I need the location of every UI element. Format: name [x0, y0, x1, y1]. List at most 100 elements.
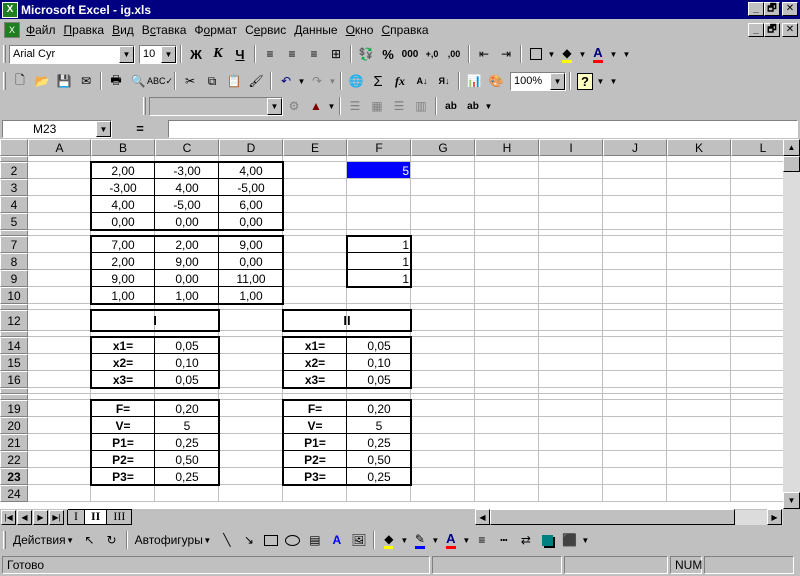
cell-C5[interactable]: 0,00 [155, 213, 219, 230]
row-header-20[interactable]: 20 [0, 417, 28, 434]
autosum-button[interactable]: Σ [367, 70, 389, 92]
column-header-H[interactable]: H [475, 139, 539, 156]
row-header-19[interactable]: 19 [0, 400, 28, 417]
cell-F14[interactable]: 0,05 [347, 337, 411, 354]
cell-F21[interactable]: 0,25 [347, 434, 411, 451]
chart-wizard-button[interactable]: 📊 [463, 70, 485, 92]
line-style-button[interactable]: ≡ [471, 529, 493, 551]
toolbar-options-icon[interactable]: ▼ [622, 50, 631, 59]
chevron-down-icon[interactable]: ▼ [400, 536, 409, 545]
cell-D7[interactable]: 9,00 [219, 236, 283, 253]
columns-button[interactable]: ▥ [410, 95, 432, 117]
row-header-14[interactable]: 14 [0, 337, 28, 354]
column-header-C[interactable]: C [155, 139, 219, 156]
oval-button[interactable] [282, 529, 304, 551]
email-button[interactable]: ✉ [75, 70, 97, 92]
cell-C20[interactable]: 5 [155, 417, 219, 434]
first-sheet-icon[interactable]: |◀ [1, 510, 16, 525]
cell-F16[interactable]: 0,05 [347, 371, 411, 388]
clipart-button[interactable]: 🖼 [348, 529, 370, 551]
menu-item-3[interactable]: Вставка [138, 23, 191, 37]
row-header-2[interactable]: 2 [0, 162, 28, 179]
chevron-down-icon[interactable]: ▼ [327, 102, 336, 111]
cell-B15[interactable]: x2= [91, 354, 155, 371]
scroll-down-icon[interactable]: ▼ [783, 492, 800, 509]
row-header-3[interactable]: 3 [0, 179, 28, 196]
cell-B8[interactable]: 2,00 [91, 253, 155, 270]
cell-D9[interactable]: 11,00 [219, 270, 283, 287]
line-color-button[interactable]: ✎ [409, 529, 431, 551]
toolbar-grip[interactable] [3, 45, 6, 63]
list2-button[interactable]: ☰ [388, 95, 410, 117]
cell-C2[interactable]: -3,00 [155, 162, 219, 179]
chevron-down-icon[interactable]: ▼ [431, 536, 440, 545]
scroll-left-icon[interactable]: ◀ [475, 509, 490, 525]
fill-color-button[interactable]: ◆ [556, 43, 578, 65]
chevron-down-icon[interactable]: ▼ [267, 97, 282, 115]
percent-button[interactable]: % [377, 43, 399, 65]
cell-C22[interactable]: 0,50 [155, 451, 219, 468]
toolbar-grip[interactable] [3, 531, 6, 549]
cell-D2[interactable]: 4,00 [219, 162, 283, 179]
select-all-corner[interactable] [0, 139, 28, 156]
toolbar-options-icon[interactable]: ▼ [484, 102, 493, 111]
cell-C23[interactable]: 0,25 [155, 468, 219, 485]
underline-button[interactable]: Ч [229, 43, 251, 65]
cell-C3[interactable]: 4,00 [155, 179, 219, 196]
font-size-combo[interactable]: 10 ▼ [139, 44, 177, 64]
chevron-down-icon[interactable]: ▼ [96, 120, 111, 137]
workbook-icon[interactable]: X [4, 22, 20, 38]
block-1-title[interactable]: I [91, 310, 219, 331]
new-button[interactable]: 🗋 [9, 70, 31, 92]
print-preview-button[interactable]: 🔍 [127, 70, 149, 92]
toolbar-options-icon[interactable]: ▼ [609, 77, 618, 86]
cell-B3[interactable]: -3,00 [91, 179, 155, 196]
function-button[interactable]: fx [389, 70, 411, 92]
cell-C19[interactable]: 0,20 [155, 400, 219, 417]
toolbar-grip[interactable] [3, 72, 6, 90]
format-painter-button[interactable]: 🖌 [245, 70, 267, 92]
row-header-12[interactable]: 12 [0, 310, 28, 331]
cell-C4[interactable]: -5,00 [155, 196, 219, 213]
minimize-button[interactable]: _ [748, 2, 764, 16]
toolbar-grip[interactable] [143, 97, 146, 115]
cell-E16[interactable]: x3= [283, 371, 347, 388]
last-sheet-icon[interactable]: ▶| [49, 510, 64, 525]
draw-actions-menu[interactable]: Действия ▼ [9, 529, 79, 551]
cell-F22[interactable]: 0,50 [347, 451, 411, 468]
save-button[interactable]: 💾 [53, 70, 75, 92]
cell-B2[interactable]: 2,00 [91, 162, 155, 179]
cell-E23[interactable]: P3= [283, 468, 347, 485]
vertical-scroll-thumb[interactable] [783, 156, 800, 172]
zoom-combo[interactable]: 100% ▼ [510, 71, 566, 91]
menu-item-8[interactable]: Справка [377, 23, 432, 37]
column-header-G[interactable]: G [411, 139, 475, 156]
cell-B10[interactable]: 1,00 [91, 287, 155, 304]
merge-center-button[interactable]: ⊞ [325, 43, 347, 65]
free-rotate-button[interactable]: ↻ [101, 529, 123, 551]
arrow-style-button[interactable]: ⇄ [515, 529, 537, 551]
help-button[interactable]: ? [574, 70, 596, 92]
redo-button[interactable]: ↷ [306, 70, 328, 92]
open-button[interactable]: 📂 [31, 70, 53, 92]
sort-ascending-button[interactable]: A↓ [411, 70, 433, 92]
font-color-draw-button[interactable]: A [440, 529, 462, 551]
block-2-title[interactable]: II [283, 310, 411, 331]
arrow-button[interactable]: ↘ [238, 529, 260, 551]
hyperlink-button[interactable]: 🌐 [345, 70, 367, 92]
close-button[interactable]: ✕ [782, 2, 798, 16]
row-header-22[interactable]: 22 [0, 451, 28, 468]
cell-E21[interactable]: P1= [283, 434, 347, 451]
cell-F7[interactable]: 1 [347, 236, 411, 253]
menu-item-7[interactable]: Окно [342, 23, 378, 37]
fill-color-draw-button[interactable]: ◆ [378, 529, 400, 551]
align-right-button[interactable]: ≡ [303, 43, 325, 65]
borders-button[interactable] [525, 43, 547, 65]
menu-item-5[interactable]: Сервис [241, 23, 290, 37]
row-header-24[interactable]: 24 [0, 485, 28, 502]
cell-F20[interactable]: 5 [347, 417, 411, 434]
name-box[interactable]: M23 ▼ [2, 119, 112, 138]
cell-F9[interactable]: 1 [347, 270, 411, 287]
column-header-A[interactable]: A [28, 139, 91, 156]
spelling-button[interactable]: ABC✓ [147, 70, 173, 92]
